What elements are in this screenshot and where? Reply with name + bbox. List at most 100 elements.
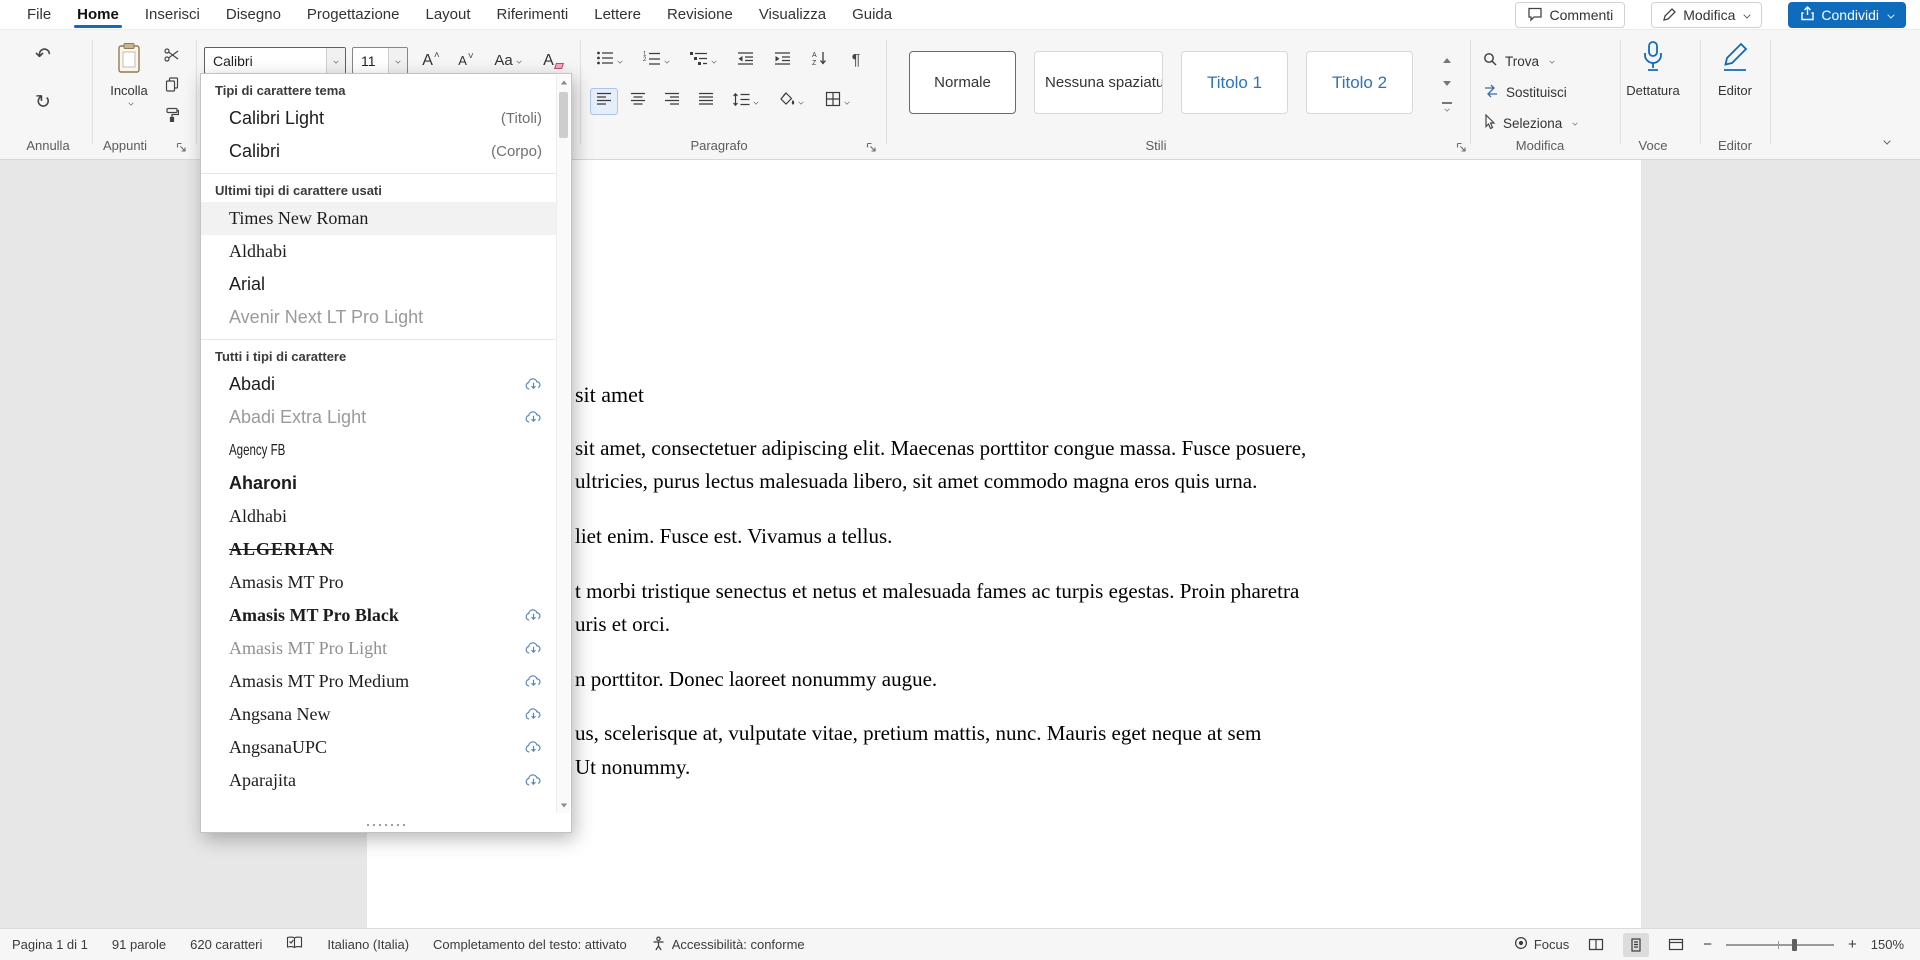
menu-tab-inserisci[interactable]: Inserisci [132, 0, 213, 29]
line-spacing-button[interactable] [726, 88, 764, 115]
read-mode-button[interactable] [1583, 933, 1609, 957]
bullet-list-button[interactable] [590, 47, 628, 74]
font-option-amasis-mt-pro-medium[interactable]: Amasis MT Pro Medium [201, 665, 556, 698]
proofing-status[interactable] [286, 936, 303, 953]
style-titolo-1[interactable]: Titolo 1 [1181, 51, 1288, 114]
focus-button[interactable]: Focus [1514, 936, 1569, 953]
comments-button[interactable]: Commenti [1515, 2, 1625, 28]
font-option-arial[interactable]: Arial [201, 268, 556, 301]
char-count[interactable]: 620 caratteri [190, 937, 262, 952]
font-option-times-new-roman[interactable]: Times New Roman [201, 202, 556, 235]
font-option-aldhabi[interactable]: Aldhabi [201, 500, 556, 533]
style-normale[interactable]: Normale [909, 51, 1016, 114]
share-button[interactable]: Condividi [1788, 2, 1906, 28]
find-button[interactable]: Trova [1483, 49, 1555, 73]
menu-tab-visualizza[interactable]: Visualizza [746, 0, 839, 29]
print-layout-button[interactable] [1623, 933, 1649, 957]
undo-button[interactable]: ↶ [28, 41, 58, 69]
menu-tab-disegno[interactable]: Disegno [213, 0, 294, 29]
decrease-indent-button[interactable] [731, 47, 759, 74]
menu-tab-riferimenti[interactable]: Riferimenti [484, 0, 582, 29]
grow-font-button[interactable]: A˄ [415, 47, 447, 74]
page-indicator[interactable]: Pagina 1 di 1 [12, 937, 88, 952]
replace-button[interactable]: Sostituisci [1483, 80, 1567, 104]
style-titolo-2[interactable]: Titolo 2 [1306, 51, 1413, 114]
show-formatting-marks-button[interactable]: ¶ [842, 47, 870, 74]
change-case-button[interactable]: Aa [486, 47, 530, 74]
font-option-abadi-extra-light[interactable]: Abadi Extra Light [201, 401, 556, 434]
font-option-abadi[interactable]: Abadi [201, 368, 556, 401]
font-name-dropdown-arrow[interactable] [326, 48, 345, 73]
scrollbar-thumb[interactable] [559, 92, 568, 138]
font-option-calibri[interactable]: Calibri(Corpo) [201, 135, 556, 168]
copy-button[interactable] [160, 76, 184, 98]
align-right-button[interactable] [658, 88, 686, 115]
menu-tab-guida[interactable]: Guida [839, 0, 905, 29]
font-option-angsanaupc[interactable]: AngsanaUPC [201, 731, 556, 764]
zoom-slider-handle[interactable] [1792, 939, 1797, 951]
align-left-button[interactable] [590, 88, 618, 115]
sort-button[interactable]: AZ [805, 47, 833, 74]
numbered-list-button[interactable]: 12 [637, 47, 675, 74]
text-prediction-status[interactable]: Completamento del testo: attivato [433, 937, 627, 952]
menu-tab-revisione[interactable]: Revisione [654, 0, 746, 29]
scroll-up-arrow[interactable] [557, 75, 570, 90]
font-size-dropdown-arrow[interactable] [388, 48, 407, 73]
menu-tab-file[interactable]: File [14, 0, 64, 29]
zoom-slider[interactable] [1726, 935, 1834, 955]
paste-button[interactable]: Incolla [102, 38, 156, 132]
font-option-angsana-new[interactable]: Angsana New [201, 698, 556, 731]
document-text-line: sit amet, consectetuer adipiscing elit. … [575, 436, 1306, 461]
zoom-level[interactable]: 150% [1871, 937, 1904, 952]
shrink-font-button[interactable]: A˅ [450, 47, 482, 74]
increase-indent-button[interactable] [768, 47, 796, 74]
menu-tab-lettere[interactable]: Lettere [581, 0, 654, 29]
font-option-calibri-light[interactable]: Calibri Light(Titoli) [201, 102, 556, 135]
font-option-aparajita[interactable]: Aparajita [201, 764, 556, 797]
font-option-amasis-mt-pro-light[interactable]: Amasis MT Pro Light [201, 632, 556, 665]
font-option-amasis-mt-pro[interactable]: Amasis MT Pro [201, 566, 556, 599]
clipboard-dialog-launcher[interactable] [176, 140, 189, 153]
font-option-aldhabi[interactable]: Aldhabi [201, 235, 556, 268]
scroll-down-arrow[interactable] [557, 798, 570, 813]
align-center-button[interactable] [624, 88, 652, 115]
word-count[interactable]: 91 parole [112, 937, 166, 952]
font-size-combo[interactable]: 11 [352, 47, 408, 74]
dropdown-resize-grip[interactable] [201, 821, 571, 829]
font-list-scrollbar[interactable] [556, 75, 570, 813]
justify-button[interactable] [692, 88, 720, 115]
cut-button[interactable] [160, 46, 184, 68]
styles-scroll-down-button[interactable] [1437, 74, 1457, 93]
styles-dialog-launcher[interactable] [1456, 140, 1469, 153]
select-button[interactable]: Seleziona [1483, 111, 1578, 135]
format-painter-button[interactable] [160, 106, 184, 128]
font-option-avenir-next-lt-pro-light[interactable]: Avenir Next LT Pro Light [201, 301, 556, 334]
language-indicator[interactable]: Italiano (Italia) [327, 937, 409, 952]
styles-scroll-up-button[interactable] [1437, 51, 1457, 70]
shading-button[interactable] [772, 88, 810, 115]
multilevel-list-button[interactable] [684, 47, 722, 74]
web-layout-button[interactable] [1663, 933, 1689, 957]
editor-button[interactable]: Editor [1706, 38, 1764, 132]
menu-tab-progettazione[interactable]: Progettazione [294, 0, 413, 29]
borders-button[interactable] [818, 88, 856, 115]
font-option-aharoni[interactable]: Aharoni [201, 467, 556, 500]
zoom-in-button[interactable]: + [1848, 936, 1857, 953]
menu-tab-home[interactable]: Home [64, 0, 132, 29]
styles-gallery-expand-button[interactable] [1437, 97, 1457, 116]
font-option-agency-fb[interactable]: Agency FB [201, 434, 556, 467]
font-option-amasis-mt-pro-black[interactable]: Amasis MT Pro Black [201, 599, 556, 632]
editing-mode-button[interactable]: Modifica [1651, 2, 1762, 28]
font-name-combo[interactable]: Calibri [204, 47, 346, 74]
accessibility-status[interactable]: Accessibilità: conforme [651, 936, 805, 954]
collapse-ribbon-button[interactable] [1874, 130, 1900, 152]
menu-tab-layout[interactable]: Layout [413, 0, 484, 29]
share-icon [1800, 6, 1815, 24]
font-option-algerian[interactable]: ALGERIAN [201, 533, 556, 566]
clear-formatting-button[interactable]: A [536, 47, 570, 74]
style-nessuna-spaziatura[interactable]: Nessuna spaziatura [1034, 51, 1163, 114]
redo-button[interactable]: ↻ [28, 88, 58, 116]
zoom-out-button[interactable]: − [1703, 936, 1712, 953]
dictate-button[interactable]: Dettatura [1624, 38, 1682, 132]
paragraph-dialog-launcher[interactable] [866, 140, 879, 153]
